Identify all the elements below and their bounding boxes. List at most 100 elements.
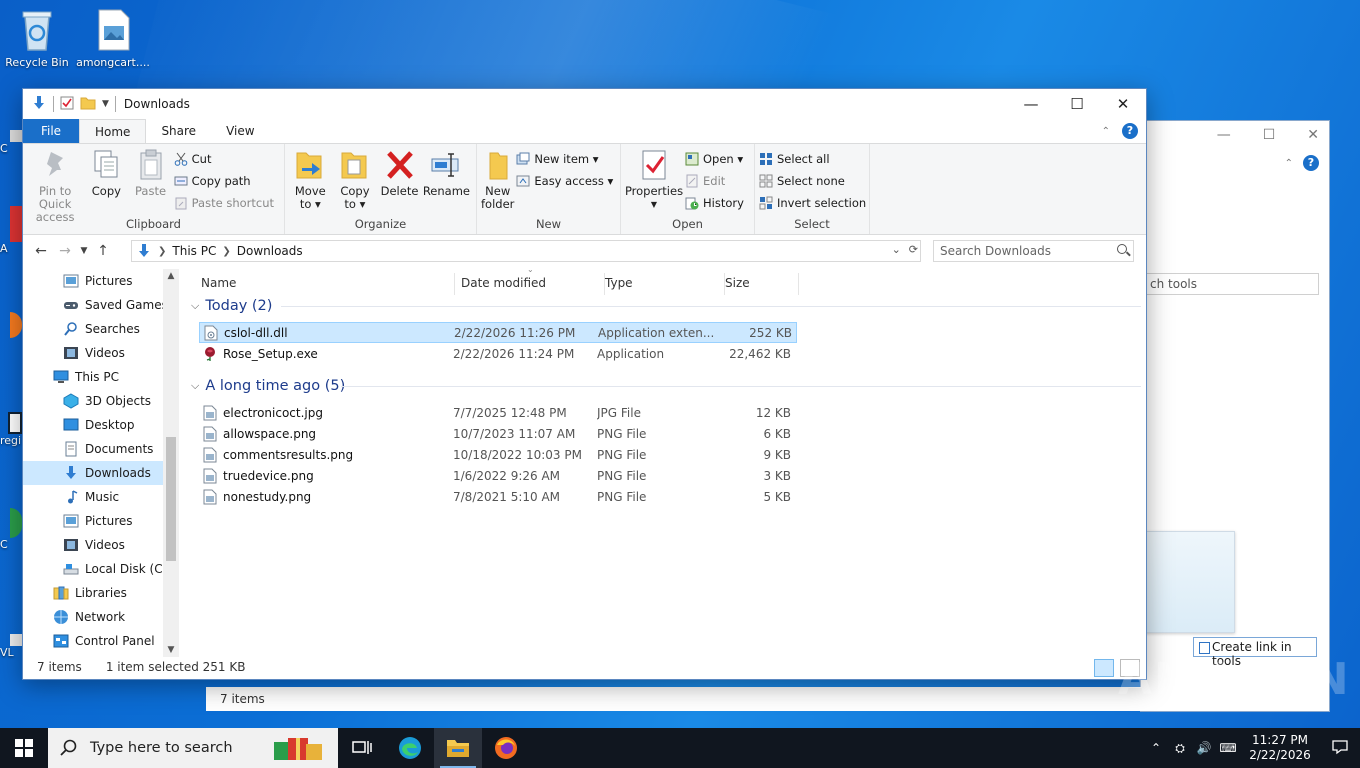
paste-shortcut-button[interactable]: Paste shortcut <box>174 194 274 212</box>
minimize-icon[interactable]: — <box>1217 127 1231 143</box>
file-row[interactable]: Rose_Setup.exe 2/22/2026 11:24 PM Applicat… <box>199 343 797 364</box>
easy-access-button[interactable]: Easy access ▾ <box>516 172 613 190</box>
back-arrow-icon[interactable]: ← <box>29 243 53 259</box>
tab-view[interactable]: View <box>211 119 269 143</box>
sidebar-item-desktop[interactable]: Desktop <box>23 413 179 437</box>
sidebar-item-saved-games[interactable]: Saved Games <box>23 293 179 317</box>
recent-locations-icon[interactable]: ▼ <box>77 246 91 256</box>
column-divider[interactable] <box>798 273 799 295</box>
sidebar-item-local-disk-c[interactable]: Local Disk (C:) <box>23 557 179 581</box>
collapse-ribbon-icon[interactable]: ⌃ <box>1102 126 1110 137</box>
tab-home[interactable]: Home <box>79 119 147 143</box>
sidebar-item-network[interactable]: Network <box>23 605 179 629</box>
task-view-button[interactable] <box>338 728 386 768</box>
collapse-ribbon-icon[interactable]: ⌃ <box>1285 158 1293 169</box>
collapse-chevron-icon[interactable]: ⌵ <box>191 379 199 393</box>
sidebar-item-libraries[interactable]: Libraries <box>23 581 179 605</box>
desktop-edge-icon[interactable]: VL <box>0 634 22 659</box>
sidebar-item-searches[interactable]: Searches <box>23 317 179 341</box>
start-button[interactable] <box>0 728 48 768</box>
sidebar-item-control-panel[interactable]: Control Panel <box>23 629 179 653</box>
volume-icon[interactable]: 🔊 <box>1192 741 1216 755</box>
input-language-icon[interactable]: ⌨ <box>1216 741 1240 755</box>
file-row[interactable]: truedevice.png 1/6/2022 9:26 AM PNG File 3 … <box>199 465 797 486</box>
address-dropdown-icon[interactable]: ⌄ <box>892 243 901 256</box>
group-header[interactable]: ⌵ Today (2) <box>191 295 1141 317</box>
copy-path-button[interactable]: Copy path <box>174 172 274 190</box>
tab-share[interactable]: Share <box>146 119 211 143</box>
file-row[interactable]: cslol-dll.dll 2/22/2026 11:26 PM Applicati… <box>199 322 797 343</box>
sidebar-item-music[interactable]: Music <box>23 485 179 509</box>
close-icon[interactable]: ✕ <box>1100 89 1146 119</box>
maximize-icon[interactable]: ☐ <box>1263 127 1276 143</box>
close-icon[interactable]: ✕ <box>1307 127 1319 143</box>
breadcrumb-downloads[interactable]: Downloads <box>237 244 303 258</box>
edit-button[interactable]: Edit <box>685 172 744 190</box>
taskbar-search-box[interactable]: Type here to search <box>48 728 338 768</box>
edge-taskbar-button[interactable] <box>386 728 434 768</box>
search-input[interactable]: Search Downloads <box>933 240 1134 262</box>
breadcrumb-this-pc[interactable]: This PC <box>172 244 216 258</box>
minimize-icon[interactable]: — <box>1008 89 1054 119</box>
open-button[interactable]: Open ▾ <box>685 150 744 168</box>
select-all-button[interactable]: Select all <box>759 150 866 168</box>
explorer-window[interactable]: ▼ Downloads — ☐ ✕ File Home Share View ⌃… <box>22 88 1147 680</box>
maximize-icon[interactable]: ☐ <box>1054 89 1100 119</box>
notification-center-icon[interactable] <box>1320 739 1360 758</box>
file-row[interactable]: allowspace.png 10/7/2023 11:07 AM PNG File… <box>199 423 797 444</box>
group-header[interactable]: ⌵ A long time ago (5) <box>191 375 1141 397</box>
sidebar-item-pictures[interactable]: Pictures <box>23 269 179 293</box>
desktop-icon-amongcart[interactable]: amongcart.... <box>76 8 150 69</box>
desktop-edge-icon[interactable] <box>0 312 22 338</box>
network-status-icon[interactable]: ⛭ <box>1168 741 1192 756</box>
scroll-thumb[interactable] <box>166 437 176 561</box>
desktop-icon-recycle-bin[interactable]: Recycle Bin <box>0 8 74 69</box>
up-arrow-icon[interactable]: ↑ <box>91 243 115 259</box>
sidebar-item-this-pc[interactable]: This PC <box>23 365 179 389</box>
sidebar-item-videos[interactable]: Videos <box>23 341 179 365</box>
forward-arrow-icon[interactable]: → <box>53 243 77 259</box>
column-header-date[interactable]: Date modified <box>461 269 605 297</box>
qat-dropdown-icon[interactable]: ▼ <box>102 99 109 109</box>
properties-qat-icon[interactable] <box>60 96 74 113</box>
sidebar-item-3d-objects[interactable]: 3D Objects <box>23 389 179 413</box>
new-item-button[interactable]: New item ▾ <box>516 150 613 168</box>
column-header-size[interactable]: Size <box>725 269 799 297</box>
invert-selection-button[interactable]: Invert selection <box>759 194 866 212</box>
clock[interactable]: 11:27 PM 2/22/2026 <box>1240 733 1320 763</box>
scroll-up-icon[interactable]: ▲ <box>163 271 179 281</box>
show-hidden-icons-chevron-icon[interactable]: ⌃ <box>1144 741 1168 755</box>
desktop-edge-icon[interactable]: C <box>0 508 22 551</box>
help-icon[interactable]: ? <box>1122 123 1138 139</box>
bg-search-input[interactable]: ch tools <box>1145 273 1319 295</box>
file-explorer-taskbar-button[interactable] <box>434 728 482 768</box>
help-icon[interactable]: ? <box>1303 155 1319 171</box>
desktop-edge-icon[interactable]: C <box>0 130 22 155</box>
sidebar-item-downloads[interactable]: Downloads <box>23 461 179 485</box>
cut-button[interactable]: Cut <box>174 150 274 168</box>
history-button[interactable]: History <box>685 194 744 212</box>
sidebar-item-documents[interactable]: Documents <box>23 437 179 461</box>
background-explorer-window[interactable]: — ☐ ✕ ⌃ ? ch tools Create link in tools <box>1131 120 1330 712</box>
column-header-type[interactable]: Type <box>605 269 725 297</box>
file-row[interactable]: nonestudy.png 7/8/2021 5:10 AM PNG File 5 K… <box>199 486 797 507</box>
collapse-chevron-icon[interactable]: ⌵ <box>191 299 199 313</box>
file-row[interactable]: electronicoct.jpg 7/7/2025 12:48 PM JPG Fi… <box>199 402 797 423</box>
tab-file[interactable]: File <box>23 119 79 143</box>
nav-scrollbar[interactable]: ▲ ▼ <box>163 269 179 657</box>
sidebar-item-videos[interactable]: Videos <box>23 533 179 557</box>
firefox-taskbar-button[interactable] <box>482 728 530 768</box>
address-bar[interactable]: ❯ This PC ❯ Downloads ⌄ ⟳ <box>131 240 921 262</box>
new-folder-qat-icon[interactable] <box>80 96 96 113</box>
column-divider[interactable] <box>454 273 455 295</box>
breadcrumb-separator[interactable]: ❯ <box>222 246 230 257</box>
column-header-name[interactable]: Name ⌄ <box>201 265 534 297</box>
file-row[interactable]: commentsresults.png 10/18/2022 10:03 PM PN… <box>199 444 797 465</box>
details-view-icon[interactable] <box>1094 659 1114 677</box>
scroll-down-icon[interactable]: ▼ <box>163 645 179 655</box>
desktop-edge-icon[interactable]: A <box>0 206 22 255</box>
sidebar-item-pictures[interactable]: Pictures <box>23 509 179 533</box>
refresh-icon[interactable]: ⟳ <box>909 243 918 256</box>
gift-boxes-icon[interactable] <box>272 734 326 766</box>
select-none-button[interactable]: Select none <box>759 172 866 190</box>
